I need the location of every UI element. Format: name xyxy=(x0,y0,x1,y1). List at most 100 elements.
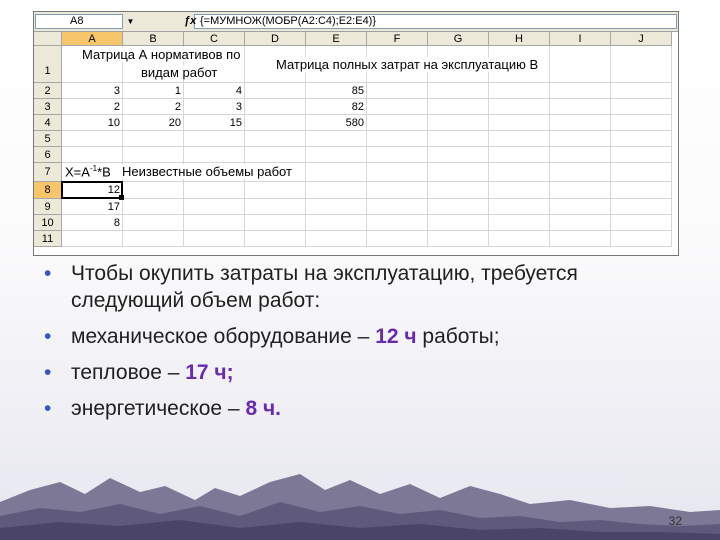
fx-icon[interactable]: ƒx xyxy=(184,14,196,29)
cell[interactable] xyxy=(367,231,428,247)
cell[interactable]: 3 xyxy=(184,99,245,115)
column-header[interactable]: J xyxy=(611,32,672,46)
cell[interactable] xyxy=(367,182,428,199)
cell[interactable]: 8 xyxy=(62,215,123,231)
cell[interactable] xyxy=(550,231,611,247)
row-header[interactable]: 2 xyxy=(34,83,62,99)
row-header[interactable]: 10 xyxy=(34,215,62,231)
cell[interactable] xyxy=(489,199,550,215)
name-box-dropdown-icon[interactable]: ▼ xyxy=(123,14,138,29)
cell[interactable]: 4 xyxy=(184,83,245,99)
cell[interactable] xyxy=(245,182,306,199)
row-header[interactable]: 1 xyxy=(34,46,62,83)
cell[interactable] xyxy=(367,147,428,163)
cell[interactable] xyxy=(123,231,184,247)
selected-cell-border[interactable] xyxy=(61,181,123,199)
cell[interactable] xyxy=(489,231,550,247)
cell[interactable] xyxy=(550,215,611,231)
cell[interactable] xyxy=(489,115,550,131)
column-header[interactable]: D xyxy=(245,32,306,46)
cell[interactable]: 85 xyxy=(306,83,367,99)
cell[interactable] xyxy=(245,83,306,99)
cell[interactable] xyxy=(184,147,245,163)
select-all-corner[interactable] xyxy=(34,32,62,46)
cell[interactable] xyxy=(123,147,184,163)
cell[interactable] xyxy=(428,215,489,231)
row-header[interactable]: 5 xyxy=(34,131,62,147)
cell[interactable] xyxy=(489,83,550,99)
cell[interactable] xyxy=(489,163,550,182)
cell[interactable] xyxy=(428,115,489,131)
column-header[interactable]: C xyxy=(184,32,245,46)
cell[interactable] xyxy=(611,182,672,199)
cell[interactable] xyxy=(611,46,672,83)
cell[interactable] xyxy=(306,215,367,231)
cell[interactable] xyxy=(428,147,489,163)
cell[interactable] xyxy=(428,131,489,147)
column-header[interactable]: B xyxy=(123,32,184,46)
cell[interactable] xyxy=(62,131,123,147)
cell[interactable] xyxy=(611,131,672,147)
cell[interactable] xyxy=(611,99,672,115)
column-header[interactable]: G xyxy=(428,32,489,46)
cell[interactable] xyxy=(489,147,550,163)
cell[interactable] xyxy=(245,231,306,247)
cell[interactable] xyxy=(611,147,672,163)
cell[interactable] xyxy=(550,46,611,83)
cell[interactable] xyxy=(245,215,306,231)
cell[interactable] xyxy=(550,182,611,199)
cell[interactable] xyxy=(367,131,428,147)
cell[interactable]: 1 xyxy=(123,83,184,99)
cell[interactable] xyxy=(123,199,184,215)
cell[interactable] xyxy=(245,147,306,163)
row-header[interactable]: 4 xyxy=(34,115,62,131)
cell[interactable] xyxy=(489,215,550,231)
row-header[interactable]: 9 xyxy=(34,199,62,215)
cell[interactable]: 580 xyxy=(306,115,367,131)
cell[interactable] xyxy=(245,99,306,115)
cell[interactable] xyxy=(428,199,489,215)
row-header[interactable]: 7 xyxy=(34,163,62,182)
cell[interactable] xyxy=(550,199,611,215)
cell[interactable] xyxy=(123,131,184,147)
cell[interactable] xyxy=(306,182,367,199)
cell[interactable] xyxy=(550,147,611,163)
cell[interactable] xyxy=(611,215,672,231)
cell[interactable] xyxy=(245,115,306,131)
cell[interactable] xyxy=(428,99,489,115)
cell[interactable] xyxy=(611,231,672,247)
cell[interactable] xyxy=(489,99,550,115)
cell[interactable] xyxy=(306,131,367,147)
cell[interactable] xyxy=(611,163,672,182)
column-header[interactable]: F xyxy=(367,32,428,46)
cell[interactable]: 20 xyxy=(123,115,184,131)
column-header[interactable]: H xyxy=(489,32,550,46)
row-header[interactable]: 11 xyxy=(34,231,62,247)
cell[interactable] xyxy=(306,163,367,182)
cell[interactable] xyxy=(428,163,489,182)
cell[interactable]: 2 xyxy=(62,99,123,115)
name-box[interactable]: A8 xyxy=(35,14,123,29)
cell[interactable] xyxy=(550,83,611,99)
cell[interactable] xyxy=(367,163,428,182)
cell[interactable] xyxy=(367,99,428,115)
cell[interactable] xyxy=(306,199,367,215)
column-header[interactable]: I xyxy=(550,32,611,46)
cell[interactable] xyxy=(367,215,428,231)
column-header[interactable]: A xyxy=(62,32,123,46)
cell[interactable] xyxy=(184,231,245,247)
column-header[interactable]: E xyxy=(306,32,367,46)
cell[interactable]: 17 xyxy=(62,199,123,215)
cell[interactable] xyxy=(62,147,123,163)
cell[interactable] xyxy=(367,83,428,99)
cell[interactable] xyxy=(245,199,306,215)
cell[interactable] xyxy=(428,231,489,247)
row-header[interactable]: 8 xyxy=(34,182,62,199)
cell[interactable] xyxy=(306,147,367,163)
cell[interactable] xyxy=(184,182,245,199)
cell[interactable] xyxy=(489,182,550,199)
fill-handle[interactable] xyxy=(119,195,124,200)
cell[interactable]: 2 xyxy=(123,99,184,115)
row-header[interactable]: 6 xyxy=(34,147,62,163)
cell[interactable]: 3 xyxy=(62,83,123,99)
